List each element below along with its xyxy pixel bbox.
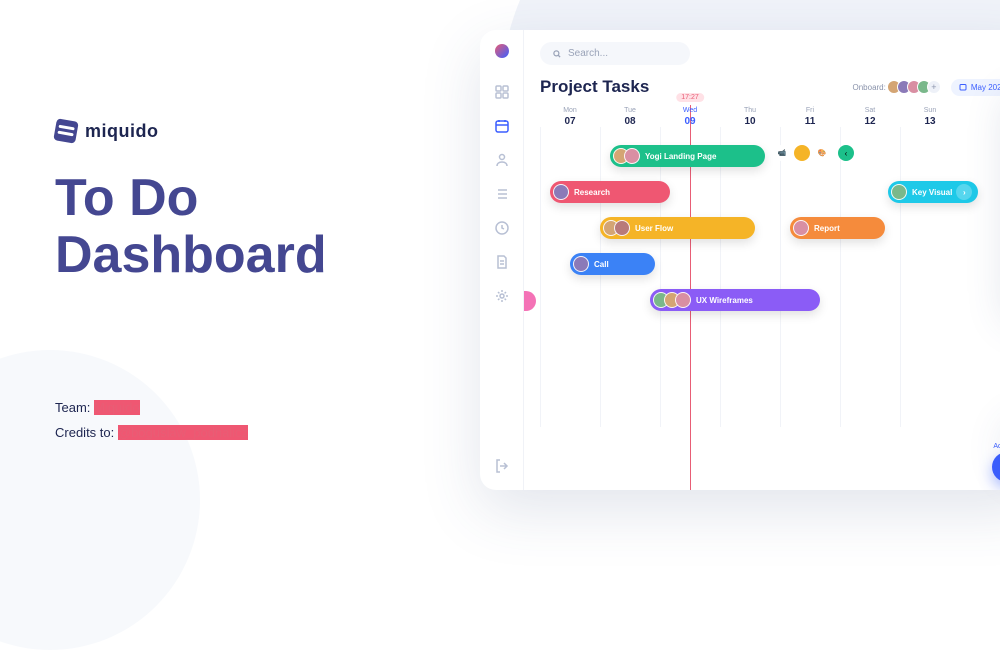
headline: To Do Dashboard [55, 170, 327, 284]
now-time-badge: 17:27 [676, 93, 704, 102]
app-window: Search... Project Tasks Onboard: + May 2… [480, 30, 1000, 490]
task-uxwireframes[interactable]: UX Wireframes [650, 289, 820, 311]
app-logo-icon [495, 44, 509, 58]
task-keyvisual[interactable]: Key Visual › [888, 181, 978, 203]
avatar [573, 256, 589, 272]
task-userflow[interactable]: User Flow [600, 217, 755, 239]
dashboard-icon[interactable] [494, 84, 510, 100]
avatar [614, 220, 630, 236]
main-content: Search... Project Tasks Onboard: + May 2… [524, 30, 1000, 490]
timeline: 17:27 Mon07 Tue08 Wed09 Thu10 Fri11 Sat1… [540, 105, 1000, 315]
team-link[interactable]: Miquido [94, 400, 140, 415]
credits: Team: Miquido Credits to: @boguslaw_podh… [55, 400, 248, 450]
figma-icon[interactable]: 🎨 [814, 145, 830, 161]
list-icon[interactable] [494, 186, 510, 202]
task-report[interactable]: Report [790, 217, 885, 239]
avatar [553, 184, 569, 200]
calendar-small-icon [959, 83, 967, 91]
active-day: Wed09 [660, 105, 720, 129]
task-call[interactable]: Call [570, 253, 655, 275]
brand: miquido [55, 120, 327, 142]
brand-logo-icon [53, 118, 78, 143]
avatar [793, 220, 809, 236]
sidebar [480, 30, 524, 490]
promo-text: miquido To Do Dashboard [55, 120, 327, 284]
brand-name: miquido [85, 121, 159, 142]
avatar [891, 184, 907, 200]
date-picker[interactable]: May 2021 [951, 79, 1000, 96]
onboard-section: Onboard: + [853, 80, 941, 94]
drive-icon[interactable] [794, 145, 810, 161]
avatar [624, 148, 640, 164]
users-icon[interactable] [494, 152, 510, 168]
gear-icon[interactable] [494, 288, 510, 304]
task-yogi[interactable]: Yogi Landing Page [610, 145, 765, 167]
add-member-button[interactable]: + [927, 80, 941, 94]
credits-link[interactable]: @boguslaw_podhalicz [118, 425, 248, 440]
search-input[interactable]: Search... [540, 42, 690, 65]
expand-icon[interactable]: › [956, 184, 972, 200]
document-icon[interactable] [494, 254, 510, 270]
task-sliver[interactable] [524, 291, 536, 311]
avatar [675, 292, 691, 308]
day-headers: Mon07 Tue08 Wed09 Thu10 Fri11 Sat12 Sun1… [540, 105, 1000, 129]
expand-left-icon[interactable]: ‹ [838, 145, 854, 161]
meet-icon[interactable]: 📹 [774, 145, 790, 161]
add-task-button[interactable]: + [992, 452, 1000, 482]
search-icon [552, 49, 562, 59]
calendar-icon[interactable] [494, 118, 510, 134]
add-new-section: Add new + [992, 443, 1000, 482]
page-title: Project Tasks [540, 77, 649, 97]
onboard-avatars[interactable]: + [891, 80, 941, 94]
clock-icon[interactable] [494, 220, 510, 236]
exit-icon[interactable] [494, 458, 510, 474]
task-research[interactable]: Research [550, 181, 670, 203]
